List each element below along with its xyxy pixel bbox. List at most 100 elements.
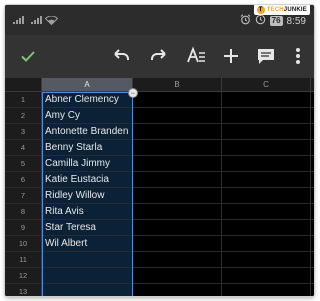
cell-d[interactable]: [311, 188, 314, 204]
cell-a[interactable]: Amy Cy: [42, 108, 133, 124]
table-row: 8 Rita Avis: [5, 204, 314, 220]
cell-a[interactable]: [42, 284, 133, 296]
comment-icon[interactable]: [255, 45, 277, 67]
cell-c[interactable]: [222, 140, 311, 156]
app-frame: 76 8:59 T TECHJUNKIE A B C 1 Abner Cleme…: [5, 5, 314, 296]
cell-d[interactable]: [311, 284, 314, 296]
cell-c[interactable]: [222, 172, 311, 188]
cell-a[interactable]: Rita Avis: [42, 204, 133, 220]
cell-a[interactable]: Antonette Branden: [42, 124, 133, 140]
text-format-icon[interactable]: [185, 45, 207, 67]
signal-icon: [31, 16, 42, 24]
alarm-clock-icon: [240, 14, 251, 28]
clock-time: 8:59: [286, 15, 306, 27]
cell-d[interactable]: [311, 156, 314, 172]
cell-d[interactable]: [311, 268, 314, 284]
select-all-corner[interactable]: [5, 78, 42, 92]
cell-b[interactable]: [133, 188, 222, 204]
redo-icon[interactable]: [148, 45, 170, 67]
cell-b[interactable]: [133, 140, 222, 156]
cell-b[interactable]: [133, 92, 222, 108]
cell-d[interactable]: [311, 108, 314, 124]
row-header[interactable]: 5: [5, 156, 42, 172]
cell-c[interactable]: [222, 92, 311, 108]
cell-a[interactable]: Katie Eustacia: [42, 172, 133, 188]
cell-b[interactable]: [133, 156, 222, 172]
status-left: [13, 16, 58, 25]
row-header[interactable]: 11: [5, 252, 42, 268]
table-row: 6 Katie Eustacia: [5, 172, 314, 188]
row-header[interactable]: 12: [5, 268, 42, 284]
cell-c[interactable]: [222, 156, 311, 172]
more-vert-icon[interactable]: [287, 45, 309, 67]
signal-icon: [13, 16, 24, 24]
row-header[interactable]: 3: [5, 124, 42, 140]
cell-a[interactable]: Camilla Jimmy: [42, 156, 133, 172]
table-row: 12: [5, 268, 314, 284]
cell-c[interactable]: [222, 268, 311, 284]
cell-a[interactable]: Abner Clemency: [42, 92, 133, 108]
row-header[interactable]: 2: [5, 108, 42, 124]
cell-a[interactable]: [42, 252, 133, 268]
cell-a[interactable]: Wil Albert: [42, 236, 133, 252]
row-header[interactable]: 6: [5, 172, 42, 188]
cell-b[interactable]: [133, 236, 222, 252]
column-header-partial[interactable]: [311, 78, 314, 92]
techjunkie-logo-icon: T: [256, 5, 265, 14]
cell-b[interactable]: [133, 252, 222, 268]
cell-b[interactable]: [133, 204, 222, 220]
cell-b[interactable]: [133, 268, 222, 284]
cell-c[interactable]: [222, 236, 311, 252]
row-header[interactable]: 10: [5, 236, 42, 252]
cell-a[interactable]: Star Teresa: [42, 220, 133, 236]
row-header[interactable]: 8: [5, 204, 42, 220]
cell-d[interactable]: [311, 140, 314, 156]
table-row: 7 Ridley Willow: [5, 188, 314, 204]
cell-d[interactable]: [311, 252, 314, 268]
undo-icon[interactable]: [110, 45, 132, 67]
row-header[interactable]: 7: [5, 188, 42, 204]
cell-d[interactable]: [311, 204, 314, 220]
column-header-a[interactable]: A: [42, 78, 133, 92]
table-row: 10 Wil Albert: [5, 236, 314, 252]
rows-container: 1 Abner Clemency 2 Amy Cy 3 Antonette Branden…: [5, 92, 314, 296]
row-header[interactable]: 9: [5, 220, 42, 236]
cell-a[interactable]: Ridley Willow: [42, 188, 133, 204]
add-icon[interactable]: [220, 45, 242, 67]
cell-b[interactable]: [133, 108, 222, 124]
cell-a[interactable]: [42, 268, 133, 284]
cell-c[interactable]: [222, 220, 311, 236]
clock-icon: [255, 14, 266, 28]
cell-a[interactable]: Benny Starla: [42, 140, 133, 156]
techjunkie-watermark: T TECHJUNKIE: [253, 5, 310, 15]
row-header[interactable]: 13: [5, 284, 42, 296]
cell-b[interactable]: [133, 284, 222, 296]
status-right: 76 8:59: [240, 14, 306, 28]
row-header[interactable]: 4: [5, 140, 42, 156]
cell-d[interactable]: [311, 124, 314, 140]
table-row: 11: [5, 252, 314, 268]
row-header[interactable]: 1: [5, 92, 42, 108]
cell-d[interactable]: [311, 220, 314, 236]
cell-b[interactable]: [133, 172, 222, 188]
wifi-icon: [45, 16, 58, 25]
cell-c[interactable]: [222, 188, 311, 204]
check-icon[interactable]: [17, 45, 39, 67]
column-resize-handle[interactable]: ↔: [128, 88, 138, 98]
cell-b[interactable]: [133, 124, 222, 140]
table-row: 1 Abner Clemency: [5, 92, 314, 108]
cell-d[interactable]: [311, 92, 314, 108]
cell-c[interactable]: [222, 284, 311, 296]
column-header-c[interactable]: C: [222, 78, 311, 92]
cell-d[interactable]: [311, 172, 314, 188]
table-row: 13: [5, 284, 314, 296]
cell-c[interactable]: [222, 124, 311, 140]
cell-b[interactable]: [133, 220, 222, 236]
cell-d[interactable]: [311, 236, 314, 252]
cell-c[interactable]: [222, 252, 311, 268]
cell-c[interactable]: [222, 204, 311, 220]
cell-c[interactable]: [222, 108, 311, 124]
battery-icon: 76: [269, 16, 283, 26]
column-header-b[interactable]: B: [133, 78, 222, 92]
table-row: 9 Star Teresa: [5, 220, 314, 236]
